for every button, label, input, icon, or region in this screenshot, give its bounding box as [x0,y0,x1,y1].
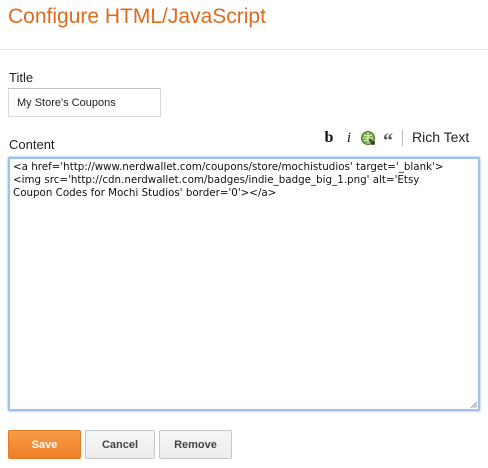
dialog-header: Configure HTML/JavaScript [0,0,488,50]
rich-text-link[interactable]: Rich Text [412,129,469,145]
content-label: Content [9,137,55,152]
title-label: Title [9,70,34,85]
content-textarea[interactable] [8,157,480,411]
toolbar-separator [402,130,403,146]
cancel-button[interactable]: Cancel [85,430,155,459]
link-icon [361,131,375,145]
quote-button[interactable]: “ [379,129,397,151]
dialog-title: Configure HTML/JavaScript [8,5,266,28]
bold-button[interactable]: b [320,129,338,147]
title-input[interactable] [8,88,161,117]
resize-grip-icon[interactable] [470,401,478,409]
editor-toolbar: b i “ Rich Text [316,128,484,151]
remove-button[interactable]: Remove [159,430,232,459]
italic-button[interactable]: i [340,129,358,147]
link-button[interactable] [359,129,377,147]
save-button[interactable]: Save [8,430,81,459]
